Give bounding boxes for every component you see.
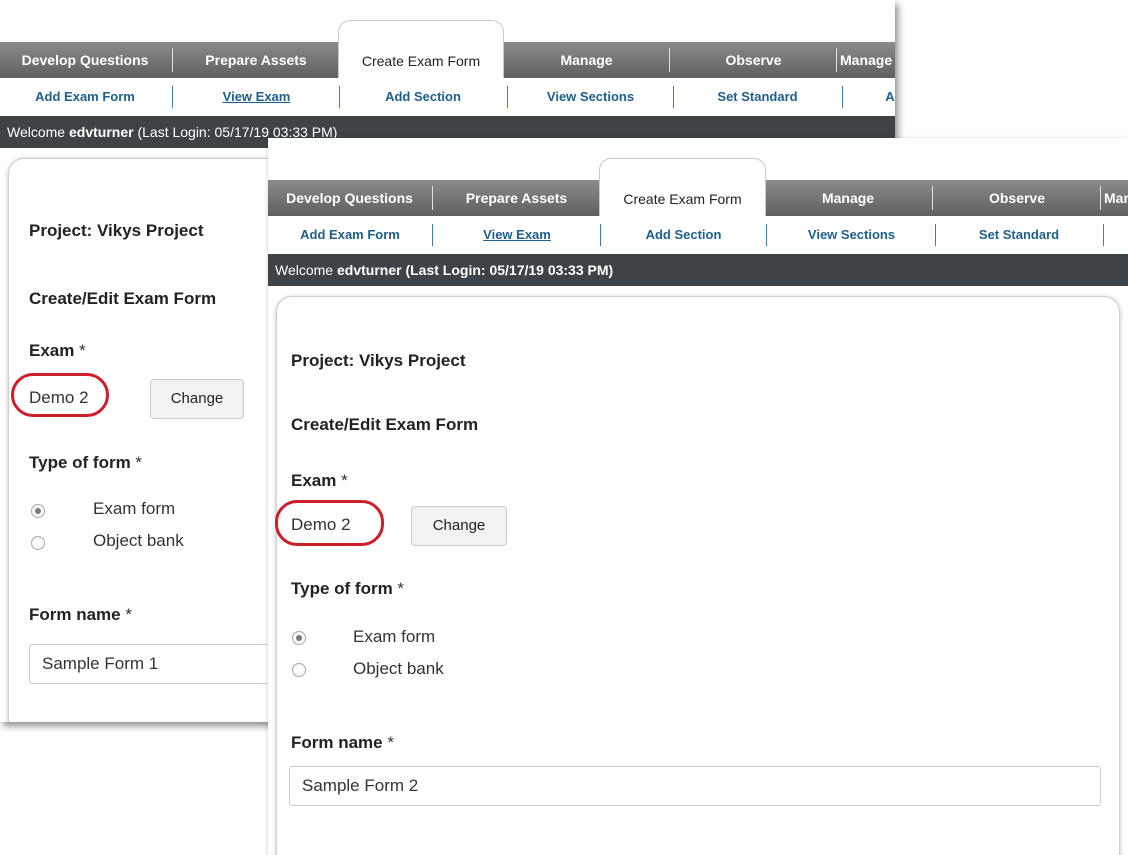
username: edvturner — [336, 262, 402, 278]
exam-label: Exam * — [29, 341, 86, 360]
project-label: Project: Vikys Project — [29, 221, 204, 240]
form-title: Create/Edit Exam Form — [29, 289, 217, 308]
tab-manage[interactable]: Manage — [505, 42, 668, 78]
subnav-set-standard[interactable]: Set Standard — [675, 78, 840, 116]
screenshot-front: Develop Questions Prepare Assets Create … — [268, 138, 1128, 855]
tab-observe[interactable]: Observe — [935, 180, 1099, 216]
subnav-more[interactable]: A — [880, 78, 895, 116]
subnav-add-exam-form[interactable]: Add Exam Form — [268, 216, 432, 254]
tab-develop-questions[interactable]: Develop Questions — [268, 180, 431, 216]
username: edvturner — [68, 124, 134, 140]
main-nav: Develop Questions Prepare Assets Create … — [268, 158, 1128, 216]
subnav-add-section[interactable]: Add Section — [602, 216, 765, 254]
form-name-label: Form name * — [291, 733, 394, 752]
welcome-bar: Welcome edvturner (Last Login: 05/17/19 … — [268, 254, 1128, 286]
sub-nav: Add Exam Form View Exam Add Section View… — [268, 216, 1128, 255]
tab-prepare-assets[interactable]: Prepare Assets — [435, 180, 598, 216]
form-title: Create/Edit Exam Form — [291, 415, 479, 434]
subnav-view-exam[interactable]: View Exam — [435, 216, 599, 254]
tab-create-exam-form[interactable]: Create Exam Form — [599, 158, 766, 216]
tab-manage-2[interactable]: Manage — [1104, 180, 1128, 216]
highlight-circle — [275, 500, 384, 546]
project-label: Project: Vikys Project — [291, 351, 466, 370]
change-button[interactable]: Change — [411, 506, 507, 546]
form-panel: Project: Vikys Project Create/Edit Exam … — [275, 296, 1120, 855]
type-of-form-label: Type of form * — [291, 579, 405, 598]
radio-exam-form[interactable] — [292, 631, 306, 645]
exam-label: Exam * — [291, 471, 348, 490]
subnav-add-section[interactable]: Add Section — [341, 78, 505, 116]
change-button[interactable]: Change — [150, 379, 244, 419]
last-login: (Last Login: 05/17/19 03:33 PM) — [405, 262, 614, 278]
sub-nav: Add Exam Form View Exam Add Section View… — [0, 78, 895, 117]
radio-object-bank[interactable] — [292, 663, 306, 677]
radio-object-bank-label: Object bank — [93, 531, 184, 550]
tab-observe[interactable]: Observe — [672, 42, 835, 78]
tab-manage-2[interactable]: Manage — [840, 42, 895, 78]
radio-object-bank-label: Object bank — [353, 659, 444, 678]
subnav-view-sections[interactable]: View Sections — [769, 216, 934, 254]
type-of-form-label: Type of form * — [29, 453, 143, 472]
form-name-input[interactable]: Sample Form 2 — [289, 766, 1101, 806]
tab-develop-questions[interactable]: Develop Questions — [0, 42, 170, 78]
radio-exam-form-label: Exam form — [353, 627, 436, 646]
subnav-view-sections[interactable]: View Sections — [509, 78, 672, 116]
highlight-circle — [11, 373, 109, 417]
subnav-view-exam[interactable]: View Exam — [175, 78, 338, 116]
tab-manage[interactable]: Manage — [767, 180, 929, 216]
tab-create-exam-form[interactable]: Create Exam Form — [338, 20, 504, 78]
form-name-label: Form name * — [29, 605, 132, 624]
radio-exam-form[interactable] — [31, 504, 45, 518]
main-nav: Develop Questions Prepare Assets Create … — [0, 20, 895, 78]
subnav-add-exam-form[interactable]: Add Exam Form — [0, 78, 170, 116]
radio-object-bank[interactable] — [31, 536, 45, 550]
subnav-set-standard[interactable]: Set Standard — [937, 216, 1101, 254]
tab-prepare-assets[interactable]: Prepare Assets — [175, 42, 337, 78]
radio-exam-form-label: Exam form — [93, 499, 176, 518]
